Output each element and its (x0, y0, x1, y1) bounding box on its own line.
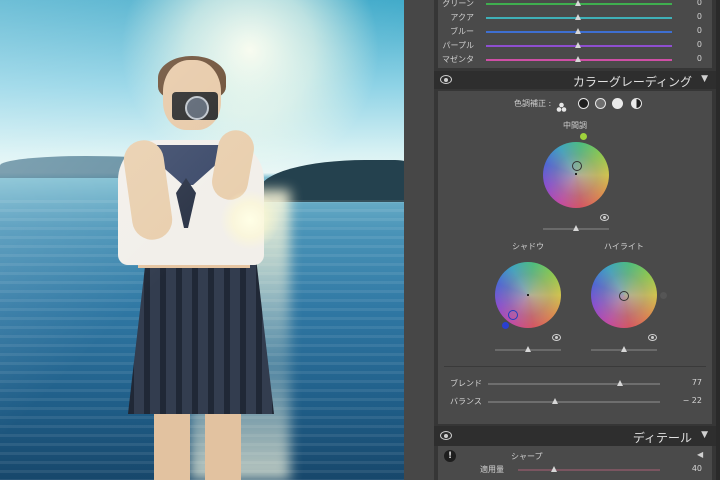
eye-icon[interactable] (440, 75, 452, 84)
hsl-label: ブルー (450, 27, 474, 36)
hsl-value[interactable]: 0 (697, 40, 702, 49)
collapse-triangle-icon[interactable]: ▼ (701, 430, 708, 440)
shadows-label: シャドウ (512, 242, 544, 251)
midtones-center-dot (575, 173, 577, 175)
hsl-value[interactable]: 0 (697, 26, 702, 35)
hsl-label: グリーン (442, 0, 474, 8)
light-haze (0, 0, 404, 480)
shadows-center-dot (527, 294, 529, 296)
collapse-triangle-icon[interactable]: ▼ (701, 74, 708, 84)
shadows-wheel-handle[interactable] (508, 310, 518, 320)
shadows-luminance-thumb[interactable] (525, 346, 531, 352)
panel-gutter (404, 0, 434, 480)
midtones-swatch[interactable] (580, 133, 587, 140)
sharpen-amount-slider[interactable]: 適用量 40 (438, 463, 712, 477)
balance-track[interactable] (488, 401, 660, 403)
three-way-icon[interactable] (556, 98, 567, 112)
global-icon[interactable] (631, 98, 642, 109)
blend-value[interactable]: 77 (692, 378, 702, 387)
midtones-label: 中間調 (563, 121, 587, 130)
highlights-icon[interactable] (612, 98, 623, 109)
balance-label: バランス (450, 397, 482, 406)
amount-value[interactable]: 40 (692, 464, 702, 473)
hsl-row-blue[interactable]: ブルー 0 (438, 25, 712, 39)
hsl-thumb[interactable] (575, 0, 581, 6)
hsl-row-green[interactable]: グリーン 0 (438, 0, 712, 11)
midtones-color-wheel[interactable] (543, 142, 609, 208)
midtones-luminance-thumb[interactable] (573, 225, 579, 231)
hsl-value[interactable]: 0 (697, 12, 702, 21)
midtones-wheel-handle[interactable] (572, 161, 582, 171)
highlights-luminance-thumb[interactable] (621, 346, 627, 352)
midtones-eye-icon[interactable] (600, 214, 609, 221)
amount-track[interactable] (518, 469, 660, 471)
hsl-label: アクア (450, 13, 474, 22)
shadows-icon[interactable] (578, 98, 589, 109)
hsl-label: マゼンタ (442, 55, 474, 64)
balance-thumb[interactable] (552, 398, 559, 404)
blend-track[interactable] (488, 383, 660, 385)
blend-thumb[interactable] (617, 380, 624, 386)
section-title: カラーグレーディング (572, 75, 692, 89)
amount-label: 適用量 (480, 465, 504, 474)
highlights-label: ハイライト (604, 242, 644, 251)
hsl-label: パープル (442, 41, 474, 50)
blend-slider[interactable]: ブレンド 77 (438, 377, 712, 391)
hsl-row-aqua[interactable]: アクア 0 (438, 11, 712, 25)
balance-value[interactable]: − 22 (683, 396, 702, 405)
highlights-wheel-handle[interactable] (619, 291, 629, 301)
color-grading-body (438, 91, 712, 424)
highlights-swatch[interactable] (660, 292, 667, 299)
sharpen-info-icon[interactable]: ! (444, 450, 456, 462)
midtones-icon[interactable] (595, 98, 606, 109)
adjust-label: 色調補正 : (514, 99, 552, 108)
hsl-row-purple[interactable]: パープル 0 (438, 39, 712, 53)
hsl-thumb[interactable] (575, 14, 581, 20)
hsl-value[interactable]: 0 (697, 54, 702, 63)
highlights-eye-icon[interactable] (648, 334, 657, 341)
section-title: ディテール (632, 431, 692, 445)
blend-label: ブレンド (450, 379, 482, 388)
eye-icon[interactable] (440, 431, 452, 440)
photo-preview[interactable] (0, 0, 404, 480)
balance-slider[interactable]: バランス − 22 (438, 395, 712, 409)
hsl-value[interactable]: 0 (697, 0, 702, 7)
color-grading-header[interactable]: カラーグレーディング ▼ (434, 71, 716, 89)
divider (444, 366, 706, 367)
hsl-thumb[interactable] (575, 28, 581, 34)
amount-thumb[interactable] (551, 466, 557, 472)
panel-scrollbar[interactable] (716, 0, 720, 480)
hsl-row-magenta[interactable]: マゼンタ 0 (438, 53, 712, 67)
hsl-thumb[interactable] (575, 42, 581, 48)
detail-header[interactable]: ディテール ▼ (434, 426, 716, 446)
shadows-eye-icon[interactable] (552, 334, 561, 341)
shadows-swatch[interactable] (502, 322, 509, 329)
expand-triangle-icon[interactable]: ◀ (697, 450, 703, 459)
hsl-thumb[interactable] (575, 56, 581, 62)
sharpen-label: シャープ (511, 452, 543, 461)
